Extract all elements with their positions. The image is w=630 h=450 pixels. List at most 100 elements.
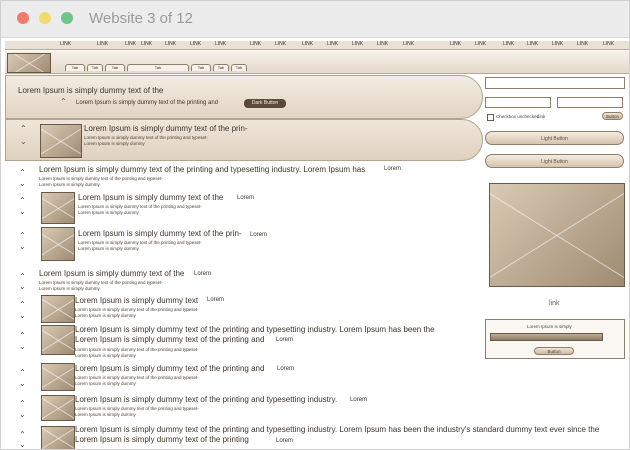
row-title: Lorem Ipsum is simply dummy text of the … bbox=[78, 229, 242, 238]
nav-link[interactable]: LINK bbox=[552, 41, 563, 47]
nav-link[interactable]: LINK bbox=[125, 41, 136, 47]
chevron-up-icon[interactable]: ⌃ bbox=[19, 197, 26, 205]
checkbox-label: Checkbox unchecked bbox=[496, 114, 540, 119]
nav-link[interactable]: LINK bbox=[352, 41, 363, 47]
chevron-down-icon[interactable]: ⌄ bbox=[19, 343, 26, 351]
row-lorem: Lorem bbox=[350, 397, 368, 403]
tab[interactable]: Tab bbox=[65, 64, 85, 71]
placeholder-image bbox=[41, 363, 75, 391]
checkbox[interactable] bbox=[487, 114, 494, 121]
chevron-up-icon[interactable]: ⌃ bbox=[19, 273, 26, 281]
hero-banner: Lorem Ipsum is simply dummy text of the … bbox=[5, 75, 483, 119]
placeholder-image bbox=[41, 227, 75, 261]
row-title-line2: Lorem Ipsum is simply dummy text of the … bbox=[75, 335, 265, 344]
light-button[interactable]: Light Button bbox=[485, 131, 624, 145]
body-text: Lorem Ipsum is simply dummy text of the … bbox=[75, 406, 199, 411]
chevron-down-icon[interactable]: ⌄ bbox=[20, 138, 27, 146]
nav-link[interactable]: LINK bbox=[527, 41, 538, 47]
body-text: Lorem Ipsum is simply dummy text of the … bbox=[39, 176, 163, 181]
tab[interactable]: Tab bbox=[213, 64, 229, 71]
chevron-down-icon[interactable]: ⌄ bbox=[19, 312, 26, 320]
nav-link[interactable]: LINK bbox=[190, 41, 201, 47]
placeholder-image bbox=[41, 295, 75, 323]
body-text: Lorem Ipsum is simply dummy text of the … bbox=[78, 240, 202, 245]
chevron-up-icon[interactable]: ⌃ bbox=[19, 369, 26, 377]
body-text: Lorem Ipsum is simply dummy text of the … bbox=[84, 135, 208, 140]
text-field-1[interactable] bbox=[485, 97, 551, 108]
nav-link[interactable]: LINK bbox=[215, 41, 226, 47]
tab[interactable]: Tab bbox=[231, 64, 247, 71]
panel-text: Lorem Ipsum is simply bbox=[527, 324, 572, 329]
nav-link[interactable]: LINK bbox=[503, 41, 514, 47]
placeholder-image bbox=[41, 395, 75, 421]
chevron-down-icon[interactable]: ⌄ bbox=[19, 411, 26, 419]
tab[interactable]: Tab bbox=[105, 64, 125, 71]
nav-link[interactable]: LINK bbox=[403, 41, 414, 47]
progress-bar bbox=[490, 333, 603, 341]
body-text: Lorem Ipsum is simply dummy text of the … bbox=[75, 375, 199, 380]
tab-strip: Tab Tab Tab Tab Tab Tab Tab bbox=[5, 51, 629, 74]
sidebar-placeholder-image bbox=[489, 183, 625, 287]
row-title: Lorem Ipsum is simply dummy text bbox=[75, 296, 199, 305]
nav-link[interactable]: LINK bbox=[141, 41, 152, 47]
hero-subtitle: Lorem Ipsum is simply dummy text of the … bbox=[76, 100, 219, 106]
row-title: Lorem Ipsum is simply dummy text of the bbox=[39, 269, 185, 278]
body-text: Lorem Ipsum is simply dummy text of the … bbox=[75, 307, 199, 312]
row-lorem: Lorem bbox=[384, 166, 402, 172]
nav-link[interactable]: LINK bbox=[165, 41, 176, 47]
feature-title: Lorem Ipsum is simply dummy text of the … bbox=[84, 124, 248, 133]
chevron-up-icon[interactable]: ⌃ bbox=[19, 400, 26, 408]
chevron-up-icon[interactable]: ⌃ bbox=[19, 332, 26, 340]
chevron-up-icon[interactable]: ⌃ bbox=[19, 232, 26, 240]
sidebar-link[interactable]: link bbox=[549, 300, 560, 307]
nav-link[interactable]: LINK bbox=[577, 41, 588, 47]
row-lorem: Lorem bbox=[250, 232, 268, 238]
chevron-down-icon[interactable]: ⌄ bbox=[19, 243, 26, 251]
tab[interactable]: Tab bbox=[191, 64, 211, 71]
chevron-up-icon[interactable]: ⌃ bbox=[19, 431, 26, 439]
minimize-window-dot[interactable] bbox=[39, 12, 51, 24]
nav-link[interactable]: LINK bbox=[302, 41, 313, 47]
nav-link[interactable]: LINK bbox=[377, 41, 388, 47]
chevron-down-icon[interactable]: ⌄ bbox=[19, 180, 26, 188]
small-button[interactable]: Button bbox=[602, 112, 623, 120]
sidebar-panel: Lorem Ipsum is simply Button bbox=[485, 319, 625, 359]
row-title: Lorem Ipsum is simply dummy text of the bbox=[78, 193, 224, 202]
text-field-2[interactable] bbox=[557, 97, 623, 108]
close-window-dot[interactable] bbox=[17, 12, 29, 24]
search-input[interactable] bbox=[485, 77, 625, 89]
body-text: Lorem Ipsum is simply dummy bbox=[39, 286, 100, 291]
light-button[interactable]: Light Button bbox=[485, 154, 624, 168]
nav-link[interactable]: LINK bbox=[603, 41, 614, 47]
chevron-up-icon[interactable]: ⌃ bbox=[19, 169, 26, 177]
placeholder-image bbox=[41, 325, 75, 355]
chevron-down-icon[interactable]: ⌄ bbox=[19, 283, 26, 291]
nav-link[interactable]: LINK bbox=[475, 41, 486, 47]
nav-link[interactable]: LINK bbox=[275, 41, 286, 47]
body-text: Lorem Ipsum is simply dummy text of the … bbox=[39, 280, 163, 285]
nav-link[interactable]: LINK bbox=[450, 41, 461, 47]
nav-link[interactable]: LINK bbox=[327, 41, 338, 47]
chevron-up-icon[interactable]: ⌃ bbox=[60, 98, 67, 106]
chevron-down-icon[interactable]: ⌄ bbox=[19, 380, 26, 388]
body-text: Lorem Ipsum is simply dummy bbox=[39, 182, 100, 187]
chevron-down-icon[interactable]: ⌄ bbox=[19, 208, 26, 216]
tab[interactable]: Tab bbox=[127, 64, 189, 71]
row-lorem: Lorem bbox=[194, 271, 212, 277]
row-lorem: Lorem bbox=[276, 438, 294, 444]
chevron-up-icon[interactable]: ⌃ bbox=[19, 301, 26, 309]
body-text: Lorem Ipsum is simply dummy bbox=[78, 210, 139, 215]
tab[interactable]: Tab bbox=[87, 64, 103, 71]
dark-button[interactable]: Dark Button bbox=[244, 99, 286, 108]
panel-button[interactable]: Button bbox=[534, 347, 574, 355]
nav-link[interactable]: LINK bbox=[60, 41, 71, 47]
chevron-up-icon[interactable]: ⌃ bbox=[20, 125, 27, 133]
sidebar-link-small[interactable]: Link bbox=[537, 114, 545, 119]
nav-link[interactable]: LINK bbox=[250, 41, 261, 47]
window-title: Website 3 of 12 bbox=[89, 10, 193, 27]
hero-title: Lorem Ipsum is simply dummy text of the bbox=[18, 86, 164, 95]
chevron-down-icon[interactable]: ⌄ bbox=[19, 441, 26, 449]
maximize-window-dot[interactable] bbox=[61, 12, 73, 24]
body-text: Lorem Ipsum is simply dummy bbox=[78, 246, 139, 251]
nav-link[interactable]: LINK bbox=[97, 41, 108, 47]
